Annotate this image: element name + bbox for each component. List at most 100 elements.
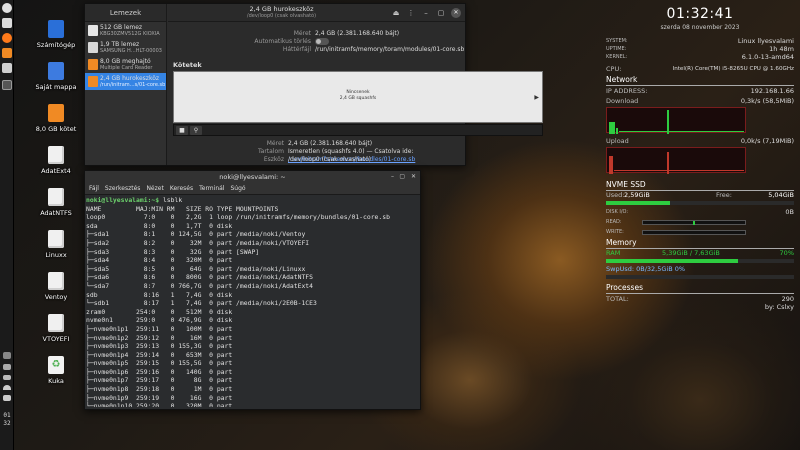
disk-io-value: 0B	[785, 208, 794, 216]
ip-row: IP ADDRESS: 192.168.1.66	[606, 87, 794, 95]
minimize-icon[interactable]: –	[391, 171, 394, 183]
kernel-row: KERNEL: 6.1.0-13-amd64	[606, 53, 794, 61]
computer-icon	[48, 20, 64, 38]
keyboard-icon[interactable]	[3, 375, 11, 380]
disk-icon	[88, 42, 98, 53]
terminal-scrollbar[interactable]	[414, 196, 419, 407]
desktop-icon-vtoyefi[interactable]: VTOYEFI	[26, 314, 86, 343]
vol-size-value: 2,4 GB (2.381.168.640 bájt)	[288, 140, 373, 147]
swap-bar	[606, 275, 794, 279]
sidebar-title: Lemezek	[85, 4, 166, 22]
terminal-line: sdb 8:16 1 7,4G 0 disk	[86, 290, 233, 299]
terminal-icon[interactable]	[2, 80, 12, 90]
wifi-icon[interactable]	[3, 385, 11, 390]
volume-model: /run/initram…s/01-core.sb	[100, 82, 166, 88]
network-heading: Network	[606, 75, 794, 86]
drive-icon	[48, 272, 64, 290]
ip-value: 192.168.1.66	[750, 87, 794, 95]
window-list-icon[interactable]	[3, 352, 11, 359]
desktop-icon-ventoy[interactable]: Ventoy	[26, 272, 86, 301]
terminal-line: NAME MAJ:MIN RM SIZE RO TYPE MOUNTPOINTS	[86, 204, 279, 213]
disk-io-label: DISK I/O:	[606, 209, 629, 215]
desktop-icon-label: VTOYEFI	[42, 335, 70, 343]
maximize-icon[interactable]: ▢	[399, 171, 405, 183]
firefox-icon[interactable]	[2, 33, 12, 43]
ram-label: RAM	[606, 249, 621, 257]
terminal-line: ├─nvme0n1p8 259:18 0 1M 0 part	[86, 385, 233, 394]
ram-bar	[606, 259, 794, 263]
read-spike	[693, 221, 695, 225]
graph-baseline	[619, 131, 744, 132]
drive-icon	[48, 314, 64, 332]
desktop-icon-volume-8gb[interactable]: 8,0 GB kötet	[26, 104, 86, 133]
free-value: 5,04GiB	[768, 191, 794, 199]
terminal-title: noki@llyesvalami: ~	[219, 173, 286, 181]
terminal-line: ├─nvme0n1p6 259:16 0 140G 0 part	[86, 367, 233, 376]
desktop-icon-adatntfs[interactable]: AdatNTFS	[26, 188, 86, 217]
read-graph	[642, 220, 746, 225]
stop-icon[interactable]: ■	[176, 126, 188, 135]
processes-heading: Processes	[606, 283, 794, 294]
desktop-icon-trash[interactable]: ♻ Kuka	[26, 356, 86, 385]
volume-icon[interactable]	[3, 395, 11, 401]
sidebar-item-512gb-disk[interactable]: 512 GB lemez KBG30ZMV512G KIOXIA	[85, 22, 166, 39]
close-icon[interactable]: ✕	[451, 8, 461, 18]
uptime-row: UPTIME: 1h 48m	[606, 45, 794, 53]
size-label: Méret	[293, 30, 311, 37]
vol-device-row: Eszköz /dev/loop0 (csak olvasható)	[264, 156, 371, 164]
maximize-icon[interactable]: ▢	[436, 8, 446, 18]
upload-value: 0,0k/s (7,19MiB)	[740, 137, 794, 145]
vol-size-row: Méret 2,4 GB (2.381.168.640 bájt)	[267, 140, 373, 148]
disks-window: Lemezek 512 GB lemez KBG30ZMV512G KIOXIA…	[84, 3, 543, 166]
eject-icon[interactable]: ⏏	[391, 8, 401, 18]
terminal-output[interactable]: noki@llyesvalami:~$ lsblk NAME MAJ:MIN R…	[86, 196, 412, 407]
desktop-icon-computer[interactable]: Számítógép	[26, 20, 86, 49]
menu-icon[interactable]	[2, 3, 12, 13]
terminal-line: ├─nvme0n1p3 259:13 0 155,3G 0 part	[86, 342, 233, 351]
menu-file[interactable]: Fájl	[89, 183, 99, 194]
volume-name: 2,4 GB hurokeszköz	[100, 75, 160, 82]
terminal-line: ├─nvme0n1p5 259:15 0 155,5G 0 part	[86, 359, 233, 368]
ssd-usage-bar	[606, 201, 794, 205]
memory-heading: Memory	[606, 238, 794, 249]
terminal-line: └─sdb1 8:17 1 7,4G 0 part /media/noki/2E…	[86, 299, 317, 308]
desktop-icon-adatext4[interactable]: AdatExt4	[26, 146, 86, 175]
drive-icon	[48, 230, 64, 248]
minimize-icon[interactable]: –	[421, 8, 431, 18]
menu-search[interactable]: Keresés	[170, 183, 193, 194]
partition-map[interactable]: Nincsenek 2,4 GB squashfs ▶	[173, 71, 543, 123]
terminal-window: noki@llyesvalami: ~ – ▢ ✕ Fájl Szerkeszt…	[84, 170, 421, 410]
sidebar-item-8gb-drive[interactable]: 8,0 GB meghajtó Multiple Card Reader	[85, 56, 166, 73]
autoclear-toggle[interactable]	[315, 38, 329, 45]
total-label: TOTAL:	[606, 295, 629, 303]
menu-edit[interactable]: Szerkesztés	[105, 183, 141, 194]
drive-icon	[48, 188, 64, 206]
files-icon[interactable]	[2, 18, 12, 28]
autoclear-row: Automatikus törlés	[254, 38, 329, 46]
desktop-icon-label: Ventoy	[44, 293, 68, 301]
cpu-row: CPU: Intel(R) Core(TM) i5-8265U CPU @ 1.…	[606, 65, 794, 73]
clock-hour[interactable]: 01	[0, 412, 14, 420]
dock: 01 32	[0, 0, 14, 450]
upload-graph	[606, 147, 746, 174]
menu-terminal[interactable]: Terminál	[199, 183, 224, 194]
desktop-icon-label: Saját mappa	[35, 83, 77, 91]
sidebar-item-loop-device[interactable]: 2,4 GB hurokeszköz /run/initram…s/01-cor…	[85, 73, 166, 90]
close-icon[interactable]: ✕	[411, 171, 416, 183]
upload-label: Upload	[606, 137, 629, 145]
search-icon[interactable]: ⚲	[190, 126, 202, 135]
menu-view[interactable]: Nézet	[146, 183, 163, 194]
text-editor-icon[interactable]	[2, 63, 12, 73]
partition-label-line2: 2,4 GB squashfs	[339, 96, 377, 101]
folder-icon[interactable]	[2, 48, 12, 58]
menu-help[interactable]: Súgó	[230, 183, 245, 194]
menu-kebab-icon[interactable]: ⋮	[406, 8, 416, 18]
desktop-icon-home[interactable]: Saját mappa	[26, 62, 86, 91]
vol-device-label: Eszköz	[263, 156, 284, 163]
clock-minute[interactable]: 32	[0, 420, 14, 428]
network-icon[interactable]	[3, 364, 11, 370]
credit-label: by: Cslxy	[764, 303, 794, 311]
sidebar-item-1-9tb-disk[interactable]: 1,9 TB lemez SAMSUNG H…HLT-00003	[85, 39, 166, 56]
swap-label: SwpUsd: 0B/32,5GiB 0%	[606, 265, 686, 273]
desktop-icon-linuxx[interactable]: Linuxx	[26, 230, 86, 259]
